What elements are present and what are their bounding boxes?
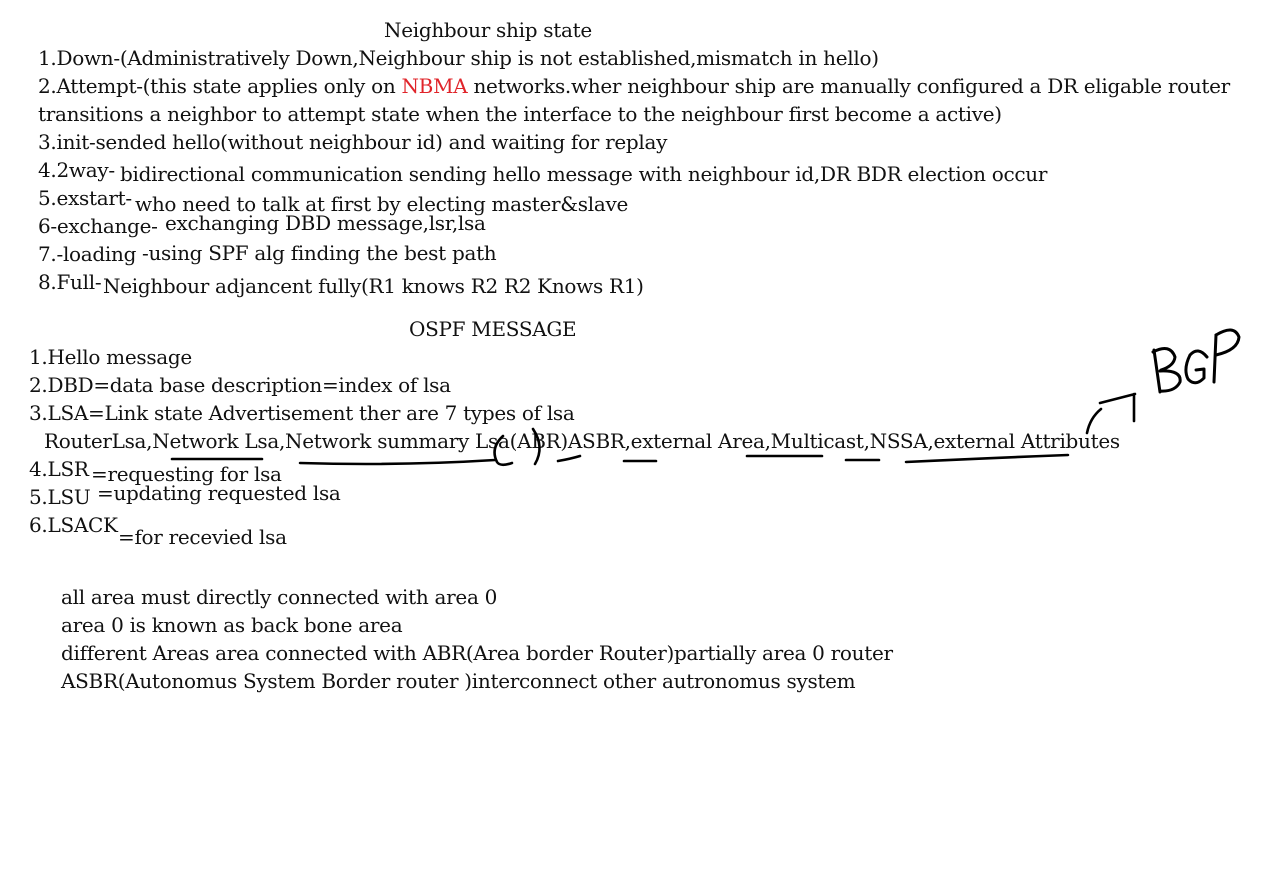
state-attempt-continued: transitions a neighbor to attempt state … <box>38 102 1002 126</box>
state-full-text: Neighbour adjancent fully(R1 knows R2 R2… <box>103 274 644 298</box>
neighbour-state-title: Neighbour ship state <box>384 18 592 42</box>
handwritten-bgp <box>1151 328 1241 394</box>
underline-external-attributes <box>904 453 1070 464</box>
state-full-label: 8.Full- <box>38 270 102 294</box>
msg-lsu-label: 5.LSU <box>29 485 91 509</box>
underline-asbr <box>556 454 582 463</box>
state-init: 3.init-sended hello(without neighbour id… <box>38 130 668 154</box>
msg-hello: 1.Hello message <box>29 345 192 369</box>
attempt-suffix: networks.wher neighbour ship are manuall… <box>467 74 1230 98</box>
ospf-message-title: OSPF MESSAGE <box>409 317 577 341</box>
state-loading-label: 7.-loading <box>38 242 137 266</box>
underline-network-summary-lsa <box>298 458 497 466</box>
arrow-to-bgp <box>1085 392 1137 435</box>
msg-lsr-label: 4.LSR <box>29 457 89 481</box>
state-loading-text: -using SPF alg finding the best path <box>142 241 497 265</box>
msg-lsack-text: =for recevied lsa <box>118 525 287 549</box>
nbma-highlight: NBMA <box>401 74 468 98</box>
area-note-4: ASBR(Autonomus System Border router )int… <box>61 669 856 693</box>
lsa-types-list: RouterLsa,Network Lsa,Network summary Ls… <box>44 429 1120 453</box>
state-exchange-text: exchanging DBD message,lsr,lsa <box>165 211 486 235</box>
state-down: 1.Down-(Administratively Down,Neighbour … <box>38 46 879 70</box>
state-exchange-label: 6-exchange- <box>38 214 158 238</box>
state-2way-label: 4.2way- <box>38 158 115 182</box>
msg-dbd: 2.DBD=data base description=index of lsa <box>29 373 451 397</box>
state-attempt: 2.Attempt-(this state applies only on NB… <box>38 75 1230 97</box>
area-note-3: different Areas area connected with ABR(… <box>61 641 893 665</box>
state-2way-text: bidirectional communication sending hell… <box>120 162 1048 186</box>
attempt-prefix: 2.Attempt-(this state applies only on <box>38 74 402 98</box>
msg-lsa: 3.LSA=Link state Advertisement ther are … <box>29 401 575 425</box>
msg-lsack-label: 6.LSACK <box>29 513 118 537</box>
area-note-1: all area must directly connected with ar… <box>61 585 498 609</box>
state-exstart-label: 5.exstart- <box>38 186 132 210</box>
area-note-2: area 0 is known as back bone area <box>61 613 403 637</box>
msg-lsu-text: =updating requested lsa <box>97 481 341 505</box>
